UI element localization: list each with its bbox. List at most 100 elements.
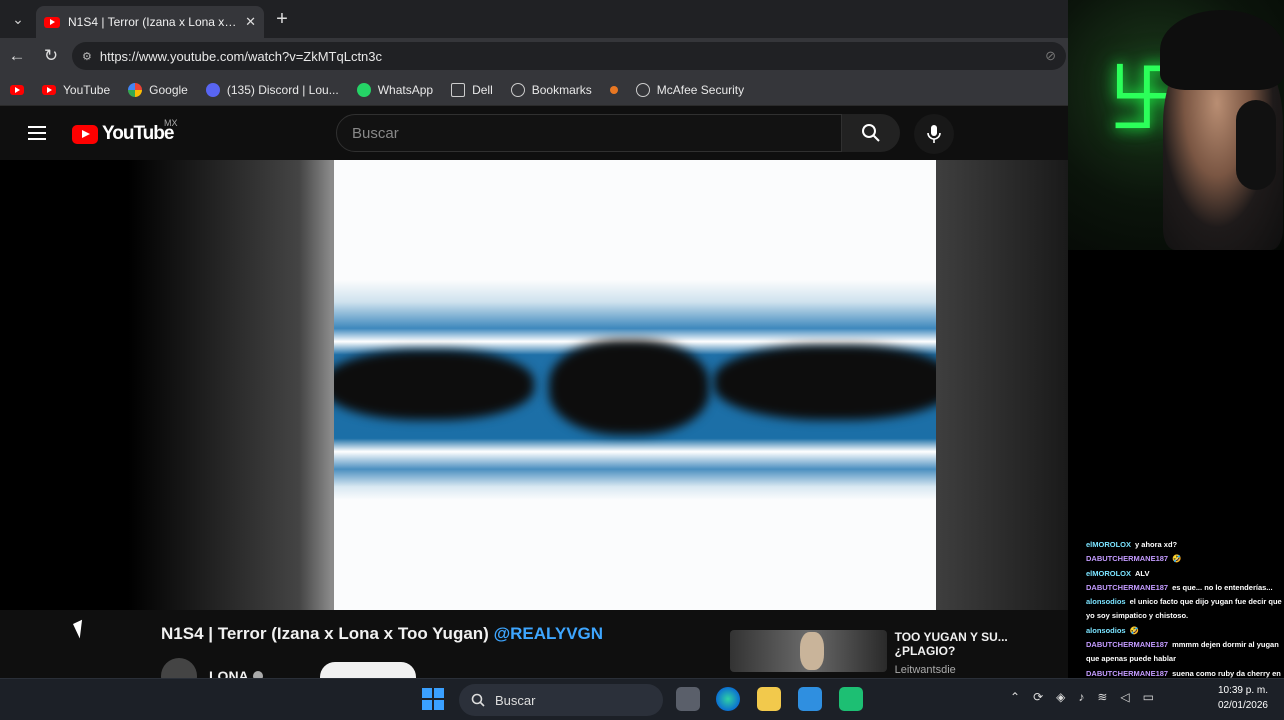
bookmarks-bar: YouTube Google (135) Discord | Lou... Wh… — [0, 74, 1068, 106]
bookmark-google[interactable]: Google — [128, 82, 188, 97]
stream-overlay: 卐 elMOROLOX y ahora xd? DABUTCHERMANE187 🤣 e… — [1068, 0, 1284, 720]
youtube-bookmark-icon[interactable] — [10, 84, 24, 95]
microphone-icon — [927, 125, 941, 143]
chat-username: elMOROLOX — [1086, 568, 1132, 578]
bookmark-label: McAfee Security — [656, 82, 745, 97]
video-title: N1S4 | Terror (Izana x Lona x Too Yugan)… — [161, 624, 603, 644]
new-tab-button[interactable]: + — [264, 0, 300, 38]
search-input[interactable]: Buscar — [336, 114, 842, 152]
chat-username: alonsodios — [1086, 597, 1126, 607]
url-text[interactable]: https://www.youtube.com/watch?v=ZkMTqLct… — [100, 49, 1037, 64]
streamer-hair — [1160, 10, 1284, 90]
chat-username: DABUTCHERMANE187 — [1086, 668, 1169, 678]
bookmark-label: Google — [149, 82, 188, 97]
streamer-microphone — [1236, 100, 1276, 190]
chat-text: y ahora xd? — [1135, 540, 1178, 549]
search-button[interactable] — [842, 114, 900, 152]
tab-active[interactable]: N1S4 | Terror (Izana x Lona x Too Yugan)… — [36, 6, 264, 38]
bookmark-label: (135) Discord | Lou... — [226, 82, 339, 97]
shield-icon[interactable]: ◈ — [1056, 690, 1065, 704]
chevron-up-icon[interactable]: ⌃ — [1010, 690, 1020, 704]
video-info: N1S4 | Terror (Izana x Lona x Too Yugan)… — [0, 610, 1068, 678]
microsoft-store-icon[interactable] — [798, 687, 822, 711]
bookmark-discord[interactable]: (135) Discord | Lou... — [205, 82, 339, 97]
chat-text: 🤣 — [1172, 554, 1182, 564]
video-title-text: N1S4 | Terror (Izana x Lona x Too Yugan) — [161, 624, 489, 643]
app-icon[interactable] — [839, 687, 863, 711]
channel-name-text: LONA — [209, 668, 249, 678]
globe-icon — [510, 82, 525, 97]
chat-username: DABUTCHERMANE187 — [1086, 640, 1169, 650]
discord-icon — [205, 82, 220, 97]
chat-text: ALV — [1135, 568, 1150, 578]
voice-search-button[interactable] — [914, 114, 954, 154]
chat-username: DABUTCHERMANE187 — [1086, 554, 1169, 564]
video-frame-text — [549, 340, 709, 435]
windows-start-icon[interactable] — [422, 688, 444, 710]
site-info-icon[interactable]: ⚙ — [82, 50, 92, 63]
taskbar: Buscar ⌃ ⟳ ◈ ♪ ≋ ◁ ▭ 10:39 p. m. 02/01/2… — [0, 678, 1284, 720]
chat-text: 🤣 — [1129, 625, 1139, 635]
tab-close-icon[interactable]: ✕ — [245, 14, 256, 30]
tracking-eye-icon[interactable]: ⊘ — [1045, 48, 1056, 64]
chat-message: DABUTCHERMANE187 mmmm dejen dormir al yug… — [1086, 638, 1282, 667]
youtube-page: YouTube MX Buscar N1S4 | Terror (Izana x… — [0, 106, 1068, 678]
chat-message: DABUTCHERMANE187 🤣 — [1086, 552, 1282, 566]
folder-icon — [451, 82, 466, 97]
clock[interactable]: 10:39 p. m. 02/01/2026 — [1218, 683, 1268, 713]
chat-username: DABUTCHERMANE187 — [1086, 582, 1169, 592]
channel-avatar[interactable] — [161, 658, 197, 678]
microphone-icon[interactable]: ♪ — [1078, 690, 1084, 704]
video-handle-link[interactable]: @REALYVGN — [494, 624, 603, 643]
taskbar-search[interactable]: Buscar — [459, 684, 663, 716]
chat-username: elMOROLOX — [1086, 540, 1132, 549]
reload-button[interactable]: ↻ — [34, 38, 68, 74]
volume-icon[interactable]: ◁ — [1120, 690, 1129, 704]
recommended-video[interactable]: TOO YUGAN Y SU... ¿PLAGIO? Leitwantsdie — [730, 630, 1068, 676]
screen: ⌄ N1S4 | Terror (Izana x Lona x Too Yuga… — [0, 0, 1284, 720]
back-button[interactable]: ← — [0, 38, 34, 74]
tab-title: N1S4 | Terror (Izana x Lona x Too Yugan)… — [68, 15, 237, 29]
chat-message: alonsodios el unico facto que dijo yugan … — [1086, 595, 1282, 624]
wifi-icon[interactable]: ≋ — [1097, 690, 1107, 704]
file-explorer-icon[interactable] — [757, 687, 781, 711]
menu-icon[interactable] — [28, 126, 46, 140]
tab-search-button[interactable]: ⌄ — [0, 0, 36, 38]
address-bar-row: ← ↻ ⚙ https://www.youtube.com/watch?v=Zk… — [0, 38, 1068, 74]
youtube-play-icon — [72, 124, 98, 144]
search-icon — [471, 693, 485, 707]
address-bar[interactable]: ⚙ https://www.youtube.com/watch?v=ZkMTqL… — [72, 42, 1066, 70]
channel-row: LONA — [161, 658, 263, 678]
subscribe-button[interactable] — [320, 662, 416, 678]
youtube-favicon-icon — [44, 16, 60, 28]
clock-date: 02/01/2026 — [1217, 700, 1268, 711]
bookmark-dell[interactable]: Dell — [451, 82, 493, 97]
sync-icon[interactable]: ⟳ — [1033, 690, 1043, 704]
youtube-logo[interactable]: YouTube MX — [72, 118, 178, 145]
logo-text: YouTube — [102, 123, 174, 144]
recommended-title[interactable]: TOO YUGAN Y SU... ¿PLAGIO? — [895, 630, 1068, 658]
chat-message: elMOROLOX ALV — [1086, 567, 1282, 581]
edge-icon[interactable] — [716, 687, 740, 711]
video-player[interactable] — [334, 160, 936, 610]
bookmark-label: Dell — [472, 82, 493, 97]
verified-icon — [252, 671, 263, 678]
youtube-icon — [42, 84, 56, 95]
video-frame-text — [714, 345, 936, 420]
chat-text: es que... no lo entenderías... — [1172, 582, 1273, 592]
bookmark-whatsapp[interactable]: WhatsApp — [356, 82, 434, 97]
video-frame-text — [334, 350, 534, 420]
task-view-icon[interactable] — [676, 687, 700, 711]
webcam-feed: 卐 — [1068, 0, 1284, 250]
channel-name[interactable]: LONA — [209, 668, 263, 678]
bookmark-label: WhatsApp — [377, 82, 434, 97]
globe-icon — [635, 82, 650, 97]
recommended-channel: Leitwantsdie — [894, 664, 956, 676]
bookmark-mcafee[interactable]: McAfee Security — [635, 82, 745, 97]
chat-message: elMOROLOX y ahora xd? — [1086, 538, 1282, 552]
recommended-thumbnail[interactable] — [730, 630, 887, 672]
bookmark-bookmarks[interactable]: Bookmarks — [510, 82, 592, 97]
extension-bookmark-icon[interactable] — [609, 85, 618, 94]
battery-icon[interactable]: ▭ — [1143, 690, 1154, 704]
bookmark-youtube[interactable]: YouTube — [42, 83, 110, 97]
